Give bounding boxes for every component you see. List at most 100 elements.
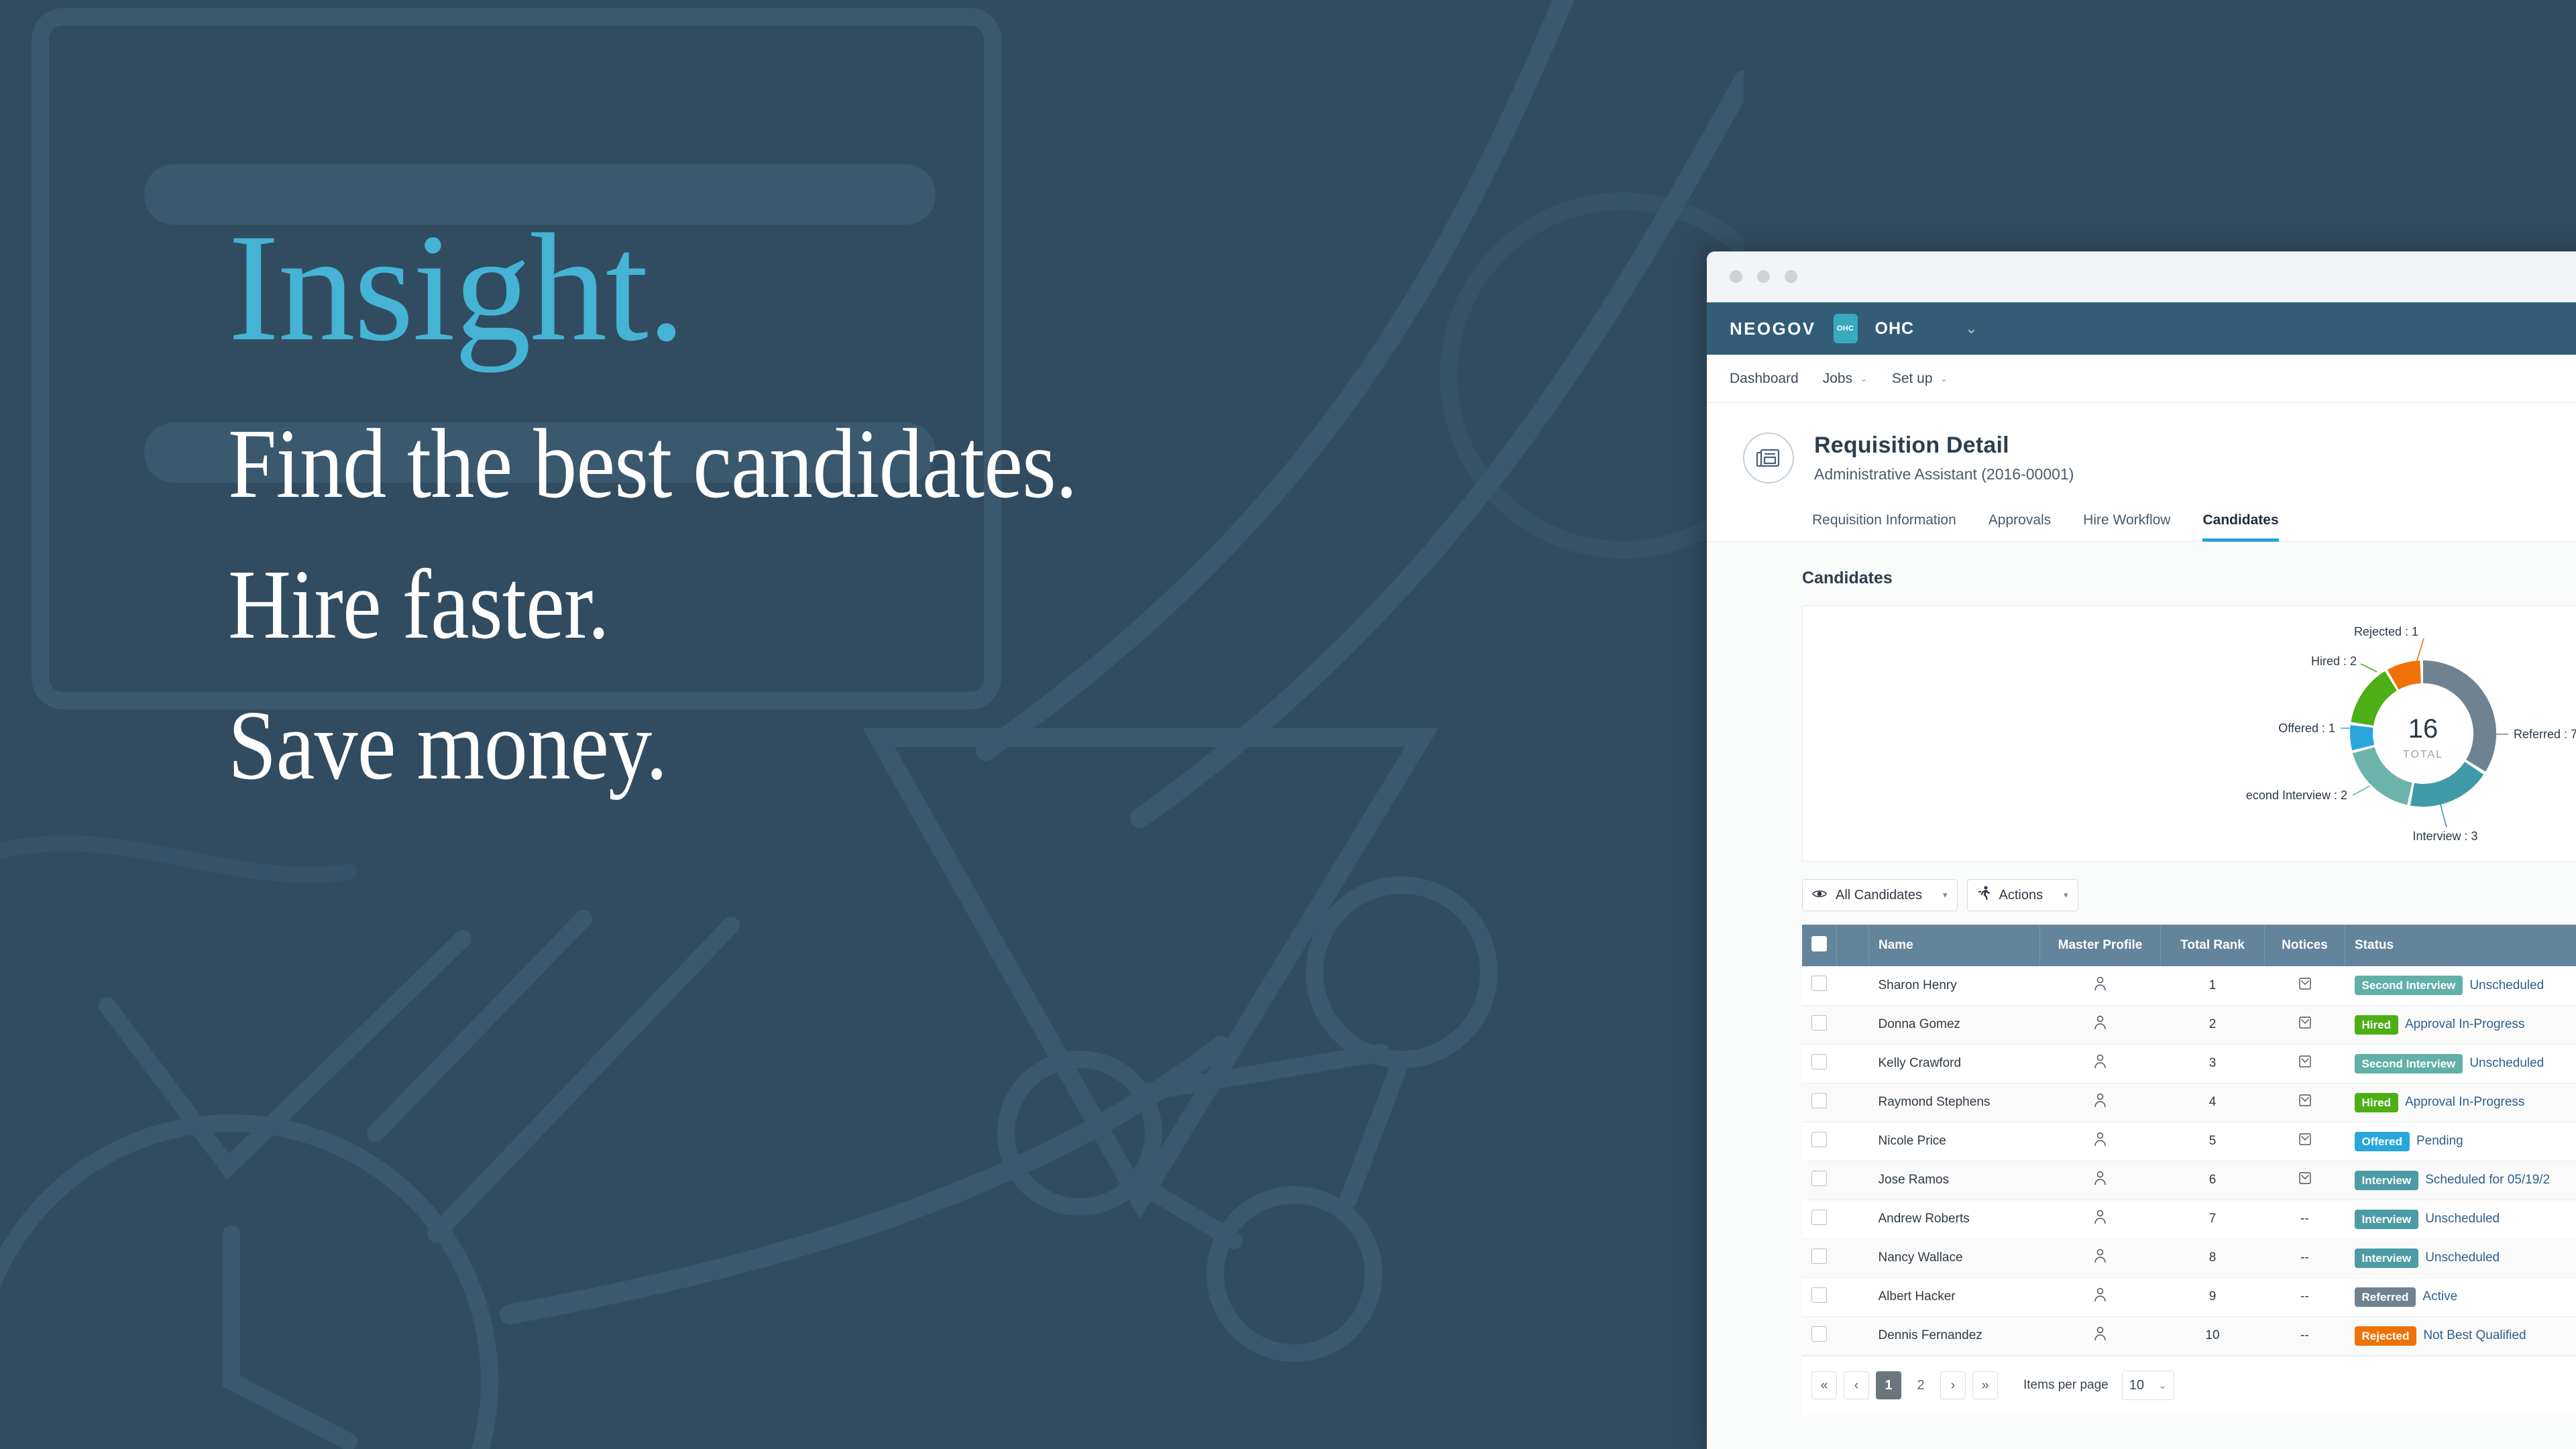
person-icon[interactable]	[2094, 976, 2107, 994]
table-row[interactable]: Sharon Henry 1 Second Interview Unscheduled	[1802, 966, 2576, 1006]
master-profile-cell[interactable]	[2039, 1316, 2161, 1356]
person-icon[interactable]	[2094, 1210, 2107, 1228]
master-profile-cell[interactable]	[2039, 1200, 2161, 1239]
candidate-name-cell[interactable]: Albert Hacker	[1868, 1277, 2040, 1317]
window-close-dot[interactable]	[1730, 270, 1742, 283]
row-checkbox[interactable]	[1811, 976, 1827, 992]
status-text[interactable]: Approval In-Progress	[2405, 1017, 2524, 1031]
row-select-cell[interactable]	[1802, 1005, 1837, 1045]
candidate-name-cell[interactable]: Andrew Roberts	[1868, 1200, 2040, 1239]
candidate-name-cell[interactable]: Dennis Fernandez	[1868, 1316, 2040, 1356]
menu-item-jobs[interactable]: Jobs ⌄	[1823, 371, 1868, 387]
actions-button[interactable]: Actions ▾	[1966, 879, 2078, 911]
column-status[interactable]: Status	[2345, 925, 2576, 966]
envelope-icon[interactable]	[2298, 1017, 2312, 1033]
person-icon[interactable]	[2094, 1093, 2107, 1111]
items-per-page-select[interactable]: 10 ⌄	[2121, 1371, 2174, 1400]
tab-approvals[interactable]: Approvals	[1989, 512, 2051, 542]
column-total-rank[interactable]: Total Rank	[2160, 925, 2265, 966]
envelope-icon[interactable]	[2298, 1094, 2312, 1110]
status-text[interactable]: Unscheduled	[2425, 1212, 2500, 1226]
table-row[interactable]: Andrew Roberts 7 -- Interview Unscheduled	[1802, 1200, 2576, 1239]
row-checkbox[interactable]	[1811, 1248, 1827, 1264]
master-profile-cell[interactable]	[2039, 1083, 2161, 1122]
person-icon[interactable]	[2094, 1287, 2107, 1306]
pagination-first-button[interactable]: «	[1811, 1371, 1837, 1399]
row-select-cell[interactable]	[1802, 1277, 1837, 1317]
menu-item-dashboard[interactable]: Dashboard	[1730, 371, 1799, 387]
column-name[interactable]: Name	[1868, 925, 2040, 966]
row-checkbox[interactable]	[1811, 1209, 1827, 1225]
candidate-name-cell[interactable]: Jose Ramos	[1868, 1161, 2040, 1200]
table-row[interactable]: Jose Ramos 6 Interview Scheduled for 05/19/…	[1802, 1161, 2576, 1200]
select-all-checkbox[interactable]	[1811, 935, 1827, 951]
window-maximize-dot[interactable]	[1785, 270, 1797, 283]
candidate-name-cell[interactable]: Donna Gomez	[1868, 1005, 2040, 1045]
tab-candidates[interactable]: Candidates	[2202, 512, 2279, 542]
master-profile-cell[interactable]	[2039, 1238, 2161, 1278]
tab-hire-workflow[interactable]: Hire Workflow	[2083, 512, 2170, 542]
candidate-name-cell[interactable]: Sharon Henry	[1868, 966, 2040, 1006]
chevron-down-icon[interactable]: ⌄	[1965, 320, 1977, 337]
pagination-last-button[interactable]: »	[1972, 1371, 1998, 1399]
table-row[interactable]: Dennis Fernandez 10 -- Rejected Not Best Qua…	[1802, 1316, 2576, 1356]
row-select-cell[interactable]	[1802, 1200, 1837, 1239]
pagination-page-2[interactable]: 2	[1908, 1378, 1934, 1393]
person-icon[interactable]	[2094, 1054, 2107, 1072]
status-text[interactable]: Unscheduled	[2469, 978, 2544, 992]
master-profile-cell[interactable]	[2039, 1044, 2161, 1084]
person-icon[interactable]	[2094, 1249, 2107, 1267]
person-icon[interactable]	[2094, 1171, 2107, 1189]
pagination-next-button[interactable]: ›	[1940, 1371, 1966, 1399]
person-icon[interactable]	[2094, 1015, 2107, 1033]
table-row[interactable]: Albert Hacker 9 -- Referred Active	[1802, 1277, 2576, 1317]
candidate-name-cell[interactable]: Nancy Wallace	[1868, 1238, 2040, 1278]
row-select-cell[interactable]	[1802, 1316, 1837, 1356]
column-master-profile[interactable]: Master Profile	[2039, 925, 2161, 966]
row-checkbox[interactable]	[1811, 1287, 1827, 1303]
row-checkbox[interactable]	[1811, 1015, 1827, 1031]
envelope-icon[interactable]	[2298, 1055, 2312, 1071]
menu-item-setup[interactable]: Set up ⌄	[1892, 371, 1948, 387]
person-icon[interactable]	[2094, 1132, 2107, 1150]
master-profile-cell[interactable]	[2039, 1277, 2161, 1317]
status-text[interactable]: Unscheduled	[2469, 1056, 2544, 1070]
row-select-cell[interactable]	[1802, 1238, 1837, 1278]
row-checkbox[interactable]	[1811, 1092, 1827, 1108]
row-checkbox[interactable]	[1811, 1131, 1827, 1147]
row-checkbox[interactable]	[1811, 1326, 1827, 1342]
table-row[interactable]: Donna Gomez 2 Hired Approval In-Progress	[1802, 1005, 2576, 1045]
envelope-icon[interactable]	[2298, 978, 2312, 994]
row-select-cell[interactable]	[1802, 1161, 1837, 1200]
candidate-name-cell[interactable]: Kelly Crawford	[1868, 1044, 2040, 1084]
envelope-icon[interactable]	[2298, 1133, 2312, 1149]
table-row[interactable]: Kelly Crawford 3 Second Interview Unschedul…	[1802, 1044, 2576, 1084]
row-select-cell[interactable]	[1802, 966, 1837, 1006]
column-select-all[interactable]	[1802, 925, 1837, 966]
status-text[interactable]: Unscheduled	[2425, 1251, 2500, 1265]
envelope-icon[interactable]	[2298, 1172, 2312, 1188]
table-row[interactable]: Raymond Stephens 4 Hired Approval In-Progre…	[1802, 1083, 2576, 1122]
master-profile-cell[interactable]	[2039, 1161, 2161, 1200]
candidate-name-cell[interactable]: Nicole Price	[1868, 1122, 2040, 1161]
row-checkbox[interactable]	[1811, 1170, 1827, 1186]
brand-logo[interactable]: NEOGOV	[1730, 318, 1816, 339]
table-row[interactable]: Nicole Price 5 Offered Pending	[1802, 1122, 2576, 1161]
status-text[interactable]: Pending	[2416, 1134, 2463, 1148]
column-notices[interactable]: Notices	[2264, 925, 2345, 966]
person-icon[interactable]	[2094, 1326, 2107, 1344]
status-text[interactable]: Approval In-Progress	[2405, 1095, 2524, 1109]
row-select-cell[interactable]	[1802, 1044, 1837, 1084]
window-minimize-dot[interactable]	[1757, 270, 1770, 283]
candidate-name-cell[interactable]: Raymond Stephens	[1868, 1083, 2040, 1122]
all-candidates-filter-button[interactable]: All Candidates ▾	[1802, 879, 1958, 911]
tab-requisition-information[interactable]: Requisition Information	[1812, 512, 1956, 542]
row-checkbox[interactable]	[1811, 1053, 1827, 1069]
status-text[interactable]: Active	[2422, 1289, 2457, 1303]
master-profile-cell[interactable]	[2039, 1005, 2161, 1045]
master-profile-cell[interactable]	[2039, 1122, 2161, 1161]
status-text[interactable]: Scheduled for 05/19/2	[2425, 1173, 2550, 1187]
row-select-cell[interactable]	[1802, 1083, 1837, 1122]
status-text[interactable]: Not Best Qualified	[2423, 1328, 2526, 1342]
master-profile-cell[interactable]	[2039, 966, 2161, 1006]
